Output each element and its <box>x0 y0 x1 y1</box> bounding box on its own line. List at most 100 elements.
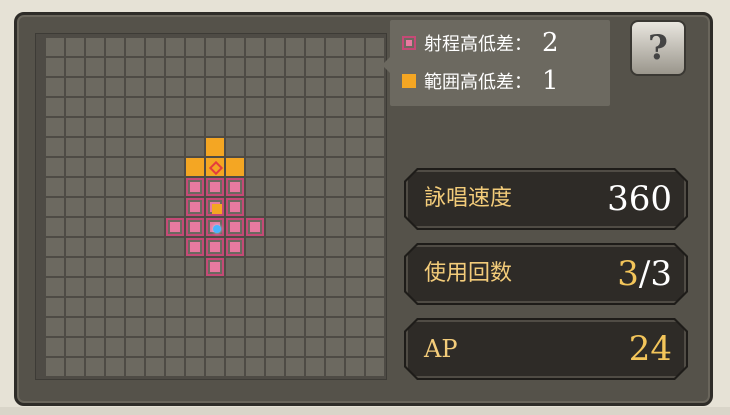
grid-cell <box>166 278 184 296</box>
grid-cell <box>326 58 344 76</box>
grid-cell <box>246 38 264 56</box>
grid-cell <box>166 78 184 96</box>
grid-cell <box>126 138 144 156</box>
range-cell <box>226 198 244 216</box>
grid-cell <box>206 38 224 56</box>
grid-cell <box>86 138 104 156</box>
grid-cell <box>346 118 364 136</box>
grid-cell <box>46 278 64 296</box>
grid-cell <box>326 158 344 176</box>
grid-cell <box>146 218 164 236</box>
grid-cell <box>346 318 364 336</box>
area-cell <box>226 158 244 176</box>
grid-cell <box>266 218 284 236</box>
grid-cell <box>106 58 124 76</box>
grid-cell <box>166 58 184 76</box>
grid-cell <box>306 358 324 376</box>
grid-cell <box>306 58 324 76</box>
grid-cell <box>306 238 324 256</box>
range-cell <box>246 218 264 236</box>
grid-cell <box>286 278 304 296</box>
grid-cell <box>46 138 64 156</box>
grid-cell <box>166 318 184 336</box>
grid-cell <box>346 138 364 156</box>
grid-cell <box>186 58 204 76</box>
grid-cell <box>46 58 64 76</box>
uses-box: 使用回数 3/3 <box>406 245 686 303</box>
grid-cell <box>166 38 184 56</box>
grid-cell <box>86 218 104 236</box>
grid-cell <box>246 78 264 96</box>
grid-cell <box>146 238 164 256</box>
grid-cell <box>66 58 84 76</box>
grid-cell <box>126 118 144 136</box>
grid-cell <box>326 98 344 116</box>
grid-cell <box>246 318 264 336</box>
help-button[interactable]: ? <box>630 20 686 76</box>
grid-cell <box>286 198 304 216</box>
grid-cell <box>346 178 364 196</box>
grid-cell <box>46 318 64 336</box>
grid-cell <box>166 258 184 276</box>
area-center-marker <box>212 204 222 214</box>
grid-cell <box>286 238 304 256</box>
legend-range-height-label: 射程高低差： <box>424 34 532 55</box>
grid-cell <box>106 198 124 216</box>
grid-cell <box>166 118 184 136</box>
uses-current: 3 <box>617 254 639 294</box>
range-cell <box>206 238 224 256</box>
grid-cell <box>66 338 84 356</box>
grid-cell <box>126 218 144 236</box>
grid-cell <box>126 238 144 256</box>
grid-cell <box>246 258 264 276</box>
grid-cell <box>366 358 384 376</box>
grid-cell <box>366 98 384 116</box>
grid-cell <box>286 58 304 76</box>
grid-cell <box>366 278 384 296</box>
height-legend: 射程高低差： 2 範囲高低差： 1 <box>382 20 610 106</box>
grid-cell <box>106 158 124 176</box>
grid-cell <box>266 258 284 276</box>
grid-cell <box>206 98 224 116</box>
legend-area-height-value: 1 <box>542 66 559 96</box>
grid-cell <box>266 358 284 376</box>
grid-cell <box>146 318 164 336</box>
grid-cell <box>326 178 344 196</box>
grid-cell <box>346 38 364 56</box>
grid-cell <box>46 118 64 136</box>
grid-cell <box>126 78 144 96</box>
grid-cell <box>266 318 284 336</box>
grid-cell <box>246 58 264 76</box>
grid-cell <box>326 138 344 156</box>
grid-cell <box>126 198 144 216</box>
uses-value: 3/3 <box>617 245 672 303</box>
grid-cell <box>126 298 144 316</box>
grid-cell <box>226 38 244 56</box>
target-marker-icon <box>208 160 224 176</box>
grid-cell <box>146 278 164 296</box>
grid-cell <box>166 358 184 376</box>
grid-cell <box>146 198 164 216</box>
grid-cell <box>86 358 104 376</box>
range-grid <box>46 38 384 376</box>
grid-cell <box>206 298 224 316</box>
range-cell <box>226 178 244 196</box>
grid-cell <box>306 38 324 56</box>
grid-cell <box>106 358 124 376</box>
grid-cell <box>266 278 284 296</box>
grid-cell <box>346 238 364 256</box>
grid-cell <box>166 338 184 356</box>
area-swatch-icon <box>402 74 416 88</box>
grid-cell <box>86 78 104 96</box>
grid-cell <box>346 198 364 216</box>
grid-cell <box>66 358 84 376</box>
ap-box: AP 24 <box>406 320 686 378</box>
grid-cell <box>86 258 104 276</box>
range-cell <box>186 218 204 236</box>
grid-cell <box>146 338 164 356</box>
grid-cell <box>326 318 344 336</box>
grid-cell <box>46 98 64 116</box>
grid-cell <box>86 238 104 256</box>
range-cell <box>186 198 204 216</box>
grid-cell <box>126 258 144 276</box>
